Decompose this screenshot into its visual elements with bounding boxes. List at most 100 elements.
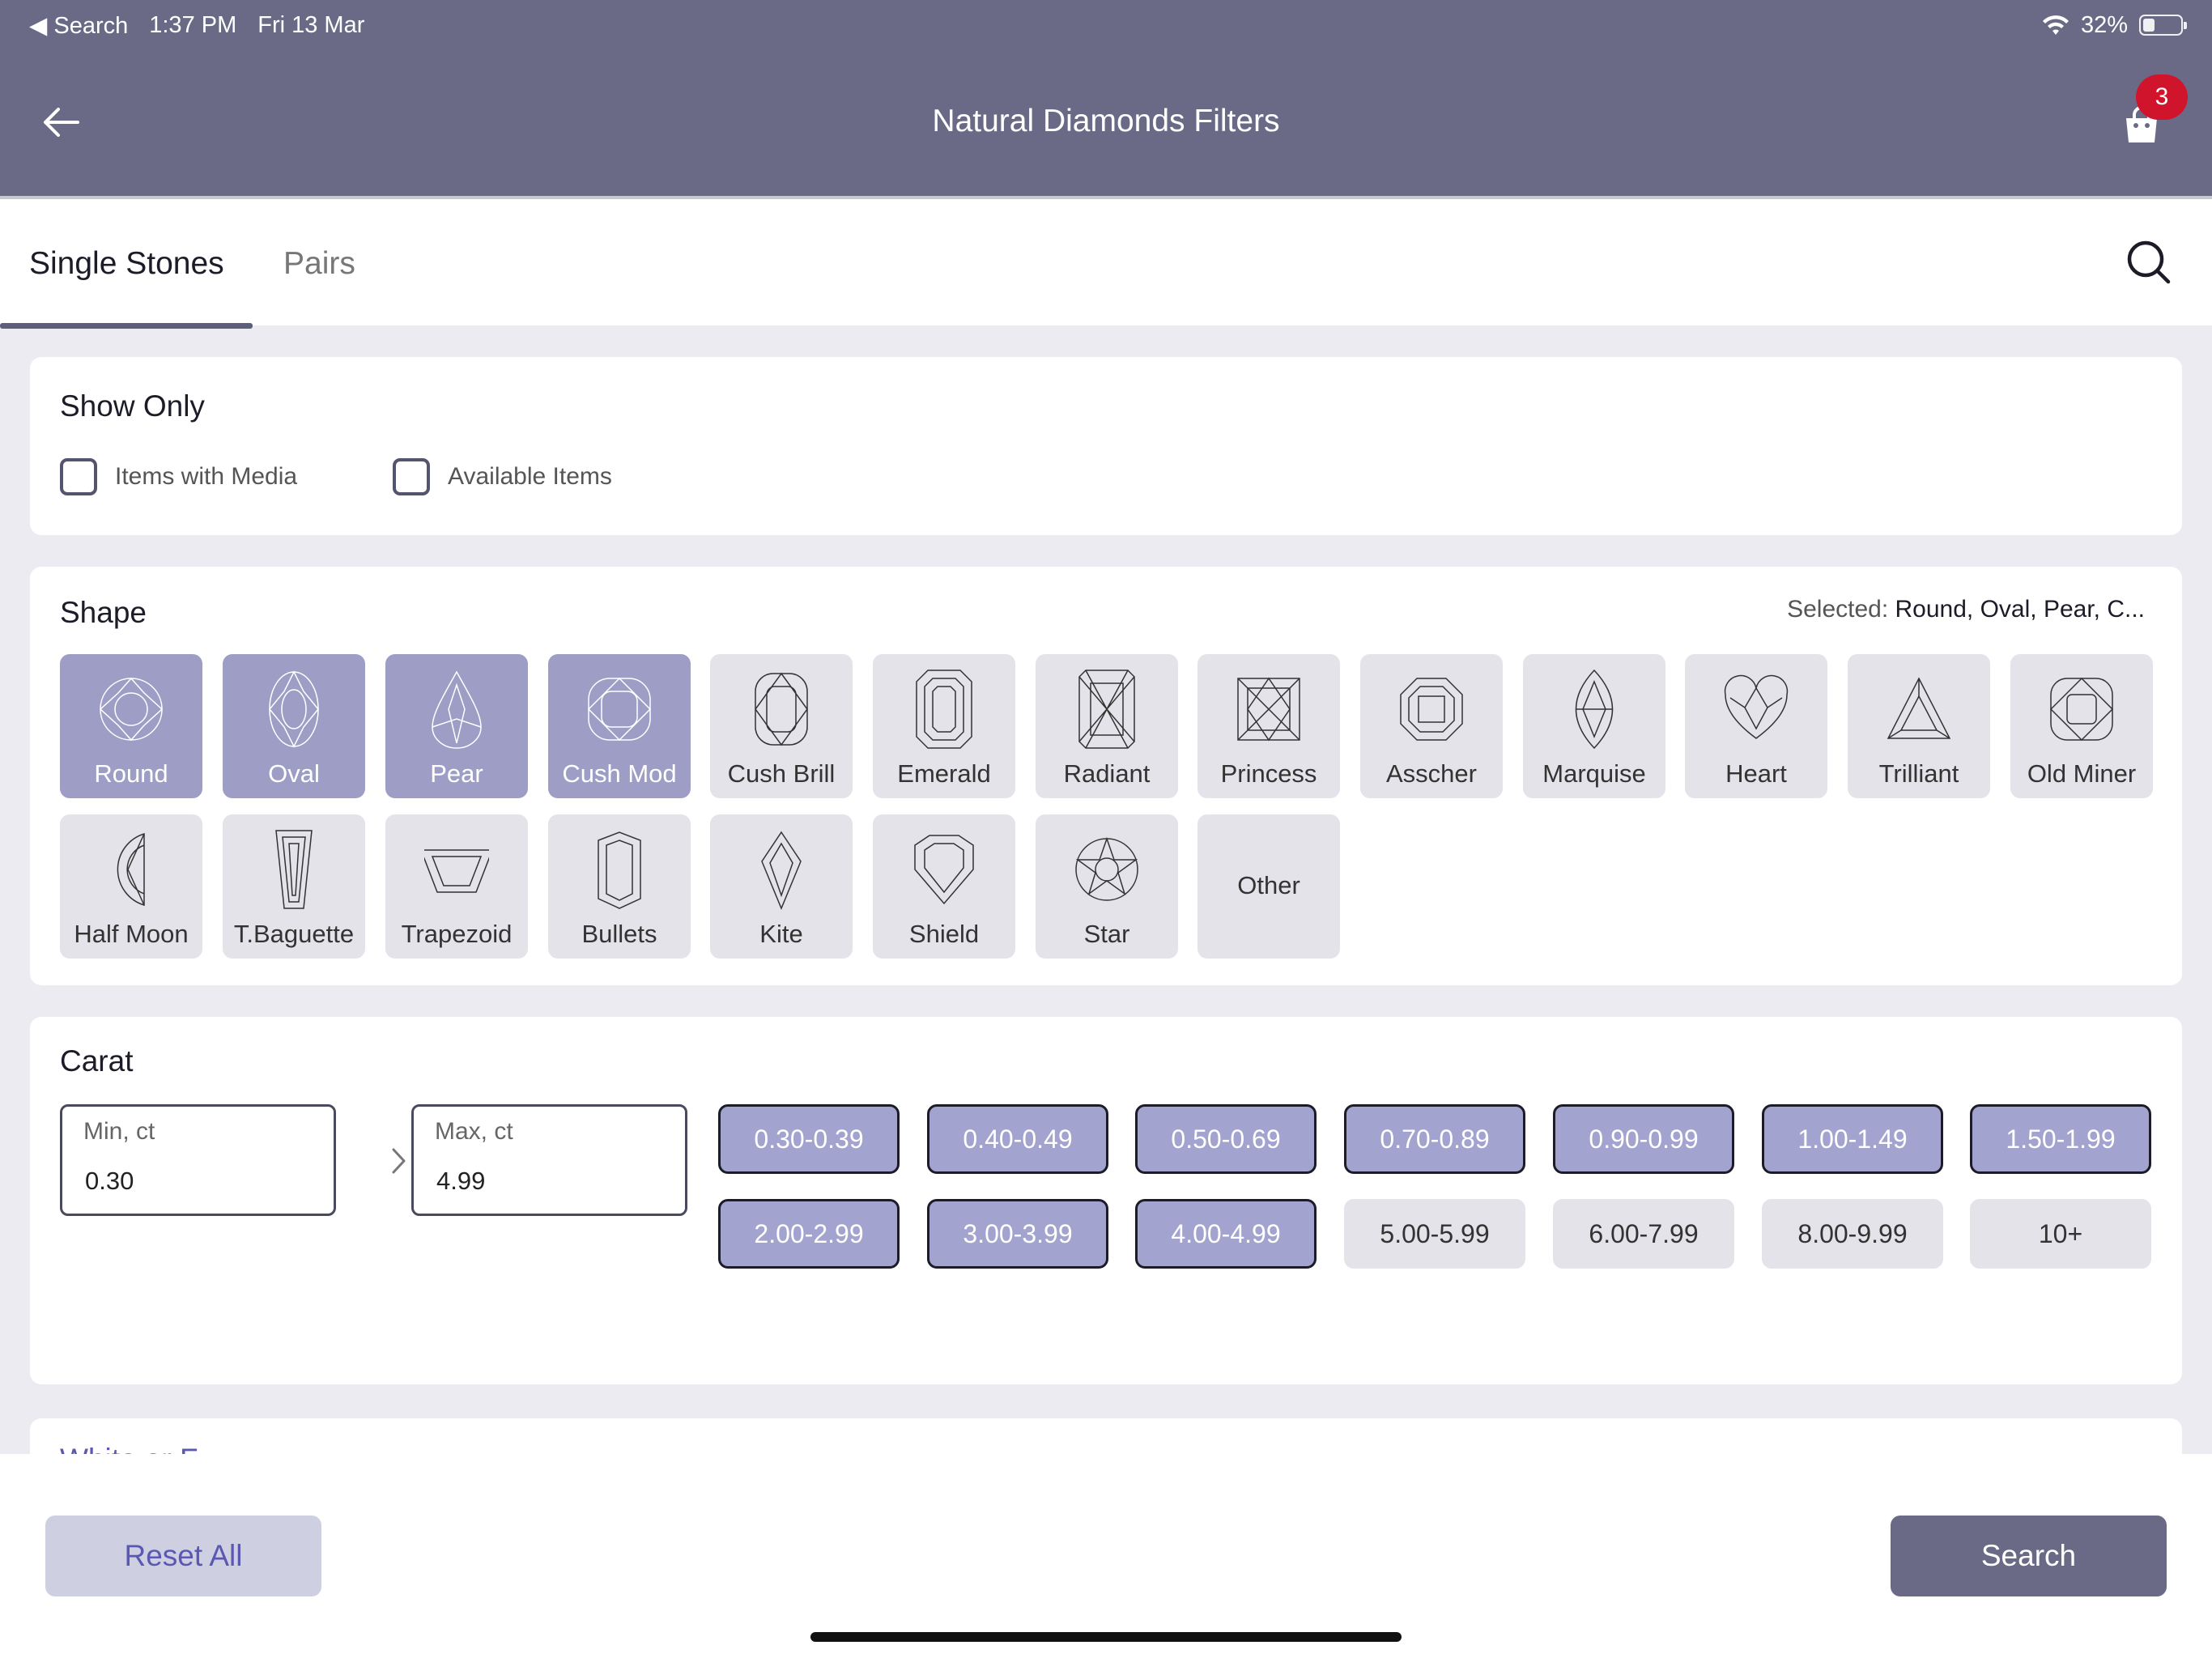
shape-trapezoid-button[interactable]: Trapezoid xyxy=(385,814,528,959)
selected-shapes-summary: Selected: Round, Oval, Pear, C... xyxy=(1787,596,2145,623)
old-miner-diamond-icon xyxy=(2049,677,2114,742)
shape-label: Asscher xyxy=(1386,759,1477,788)
shape-label: Pear xyxy=(430,759,483,788)
carat-range-chip[interactable]: 4.00-4.99 xyxy=(1135,1199,1317,1269)
shape-title: Shape xyxy=(60,596,147,629)
star-diamond-icon xyxy=(1075,836,1138,901)
shape-cush-mod-button[interactable]: Cush Mod xyxy=(548,654,691,798)
shape-label: Cush Mod xyxy=(562,759,677,788)
tab-single-stones[interactable]: Single Stones xyxy=(0,199,253,329)
max-carat-value[interactable]: 4.99 xyxy=(436,1167,485,1196)
checkbox-box[interactable] xyxy=(60,458,97,495)
marquise-diamond-icon xyxy=(1575,669,1614,750)
shape-oval-button[interactable]: Oval xyxy=(223,654,365,798)
search-icon[interactable] xyxy=(2125,238,2173,287)
checkbox-label: Available Items xyxy=(448,463,612,490)
selected-shapes-value: Round, Oval, Pear, C... xyxy=(1895,596,2145,623)
reset-all-button[interactable]: Reset All xyxy=(45,1516,321,1596)
cushion-brilliant-diamond-icon xyxy=(755,672,808,746)
show-only-title: Show Only xyxy=(60,389,205,423)
shape-label: Half Moon xyxy=(74,920,189,948)
tab-pairs[interactable]: Pairs xyxy=(283,199,355,329)
home-indicator[interactable] xyxy=(810,1632,1402,1642)
shape-star-button[interactable]: Star xyxy=(1036,814,1178,959)
half-moon-diamond-icon xyxy=(117,832,145,907)
shape-label: Cush Brill xyxy=(727,759,836,788)
carat-range-chip[interactable]: 1.50-1.99 xyxy=(1970,1104,2151,1174)
shape-marquise-button[interactable]: Marquise xyxy=(1523,654,1665,798)
cushion-modified-diamond-icon xyxy=(587,677,652,742)
carat-range-chip[interactable]: 3.00-3.99 xyxy=(927,1199,1108,1269)
back-to-app-link[interactable]: ◀ Search xyxy=(29,11,128,40)
carat-range-chip[interactable]: 0.40-0.49 xyxy=(927,1104,1108,1174)
carat-range-chip[interactable]: 0.90-0.99 xyxy=(1553,1104,1734,1174)
shape-label: Trapezoid xyxy=(401,920,513,948)
shape-label: Old Miner xyxy=(2027,759,2137,788)
carat-range-chip[interactable]: 0.70-0.89 xyxy=(1344,1104,1525,1174)
available-items-checkbox[interactable]: Available Items xyxy=(393,458,612,495)
shape-shield-button[interactable]: Shield xyxy=(873,814,1015,959)
shape-bullets-button[interactable]: Bullets xyxy=(548,814,691,959)
shape-label: Princess xyxy=(1220,759,1317,788)
carat-range-chip[interactable]: 6.00-7.99 xyxy=(1553,1199,1734,1269)
shape-emerald-button[interactable]: Emerald xyxy=(873,654,1015,798)
trapezoid-diamond-icon xyxy=(424,849,489,893)
radiant-diamond-icon xyxy=(1078,670,1135,749)
round-diamond-icon xyxy=(99,677,164,742)
shape-label: Trilliant xyxy=(1878,759,1959,788)
carat-title: Carat xyxy=(60,1044,134,1078)
kite-diamond-icon xyxy=(761,831,802,910)
carat-range-chip[interactable]: 0.50-0.69 xyxy=(1135,1104,1317,1174)
show-only-card: Show Only Items with Media Available Ite… xyxy=(30,357,2182,535)
min-carat-value[interactable]: 0.30 xyxy=(85,1167,134,1196)
status-date: Fri 13 Mar xyxy=(257,11,365,38)
shape-radiant-button[interactable]: Radiant xyxy=(1036,654,1178,798)
shape-half-moon-button[interactable]: Half Moon xyxy=(60,814,202,959)
shape-heart-button[interactable]: Heart xyxy=(1685,654,1827,798)
carat-range-chip[interactable]: 10+ xyxy=(1970,1199,2151,1269)
shape-asscher-button[interactable]: Asscher xyxy=(1360,654,1503,798)
carat-range-chip[interactable]: 5.00-5.99 xyxy=(1344,1199,1525,1269)
shape-trilliant-button[interactable]: Trilliant xyxy=(1848,654,1990,798)
carat-range-chip[interactable]: 8.00-9.99 xyxy=(1762,1199,1943,1269)
pear-diamond-icon xyxy=(432,670,482,749)
carat-range-chip[interactable]: 2.00-2.99 xyxy=(718,1199,900,1269)
min-carat-placeholder: Min, ct xyxy=(83,1118,155,1145)
tapered-baguette-diamond-icon xyxy=(275,830,313,909)
carat-range-chip[interactable]: 1.00-1.49 xyxy=(1762,1104,1943,1174)
asscher-diamond-icon xyxy=(1400,678,1463,741)
checkbox-box[interactable] xyxy=(393,458,430,495)
princess-diamond-icon xyxy=(1237,677,1300,742)
trilliant-diamond-icon xyxy=(1887,677,1951,739)
status-bar: ◀ Search 1:37 PM Fri 13 Mar 32% xyxy=(29,11,2187,40)
shape-pear-button[interactable]: Pear xyxy=(385,654,528,798)
min-carat-field[interactable]: Min, ct 0.30 xyxy=(60,1104,336,1216)
shape-old-miner-button[interactable]: Old Miner xyxy=(2010,654,2153,798)
carat-range-chip[interactable]: 0.30-0.39 xyxy=(718,1104,900,1174)
carat-card: Carat Min, ct 0.30 Max, ct 4.99 0.30-0.3… xyxy=(30,1017,2182,1384)
shape-label: Oval xyxy=(268,759,320,788)
search-button[interactable]: Search xyxy=(1891,1516,2167,1596)
max-carat-placeholder: Max, ct xyxy=(435,1118,513,1145)
selected-prefix: Selected: xyxy=(1787,596,1889,623)
shape-kite-button[interactable]: Kite xyxy=(710,814,853,959)
shape-label: Emerald xyxy=(897,759,991,788)
page-title: Natural Diamonds Filters xyxy=(932,104,1280,138)
shape-label: Bullets xyxy=(581,920,657,948)
max-carat-field[interactable]: Max, ct 4.99 xyxy=(411,1104,687,1216)
shape-t-baguette-button[interactable]: T.Baguette xyxy=(223,814,365,959)
tab-bar: Single Stones Pairs xyxy=(0,196,2212,329)
heart-diamond-icon xyxy=(1724,674,1789,739)
shape-princess-button[interactable]: Princess xyxy=(1197,654,1340,798)
emerald-diamond-icon xyxy=(916,670,972,749)
checkbox-label: Items with Media xyxy=(115,463,298,490)
shape-card: Shape Selected: Round, Oval, Pear, C... … xyxy=(30,567,2182,985)
shape-label: Other xyxy=(1237,871,1300,899)
cart-count-badge: 3 xyxy=(2136,74,2188,120)
shape-round-button[interactable]: Round xyxy=(60,654,202,798)
shape-label: Kite xyxy=(759,920,803,948)
bullet-diamond-icon xyxy=(598,831,641,909)
items-with-media-checkbox[interactable]: Items with Media xyxy=(60,458,297,495)
shape-other-button[interactable]: Other xyxy=(1197,814,1340,959)
shape-cush-brill-button[interactable]: Cush Brill xyxy=(710,654,853,798)
